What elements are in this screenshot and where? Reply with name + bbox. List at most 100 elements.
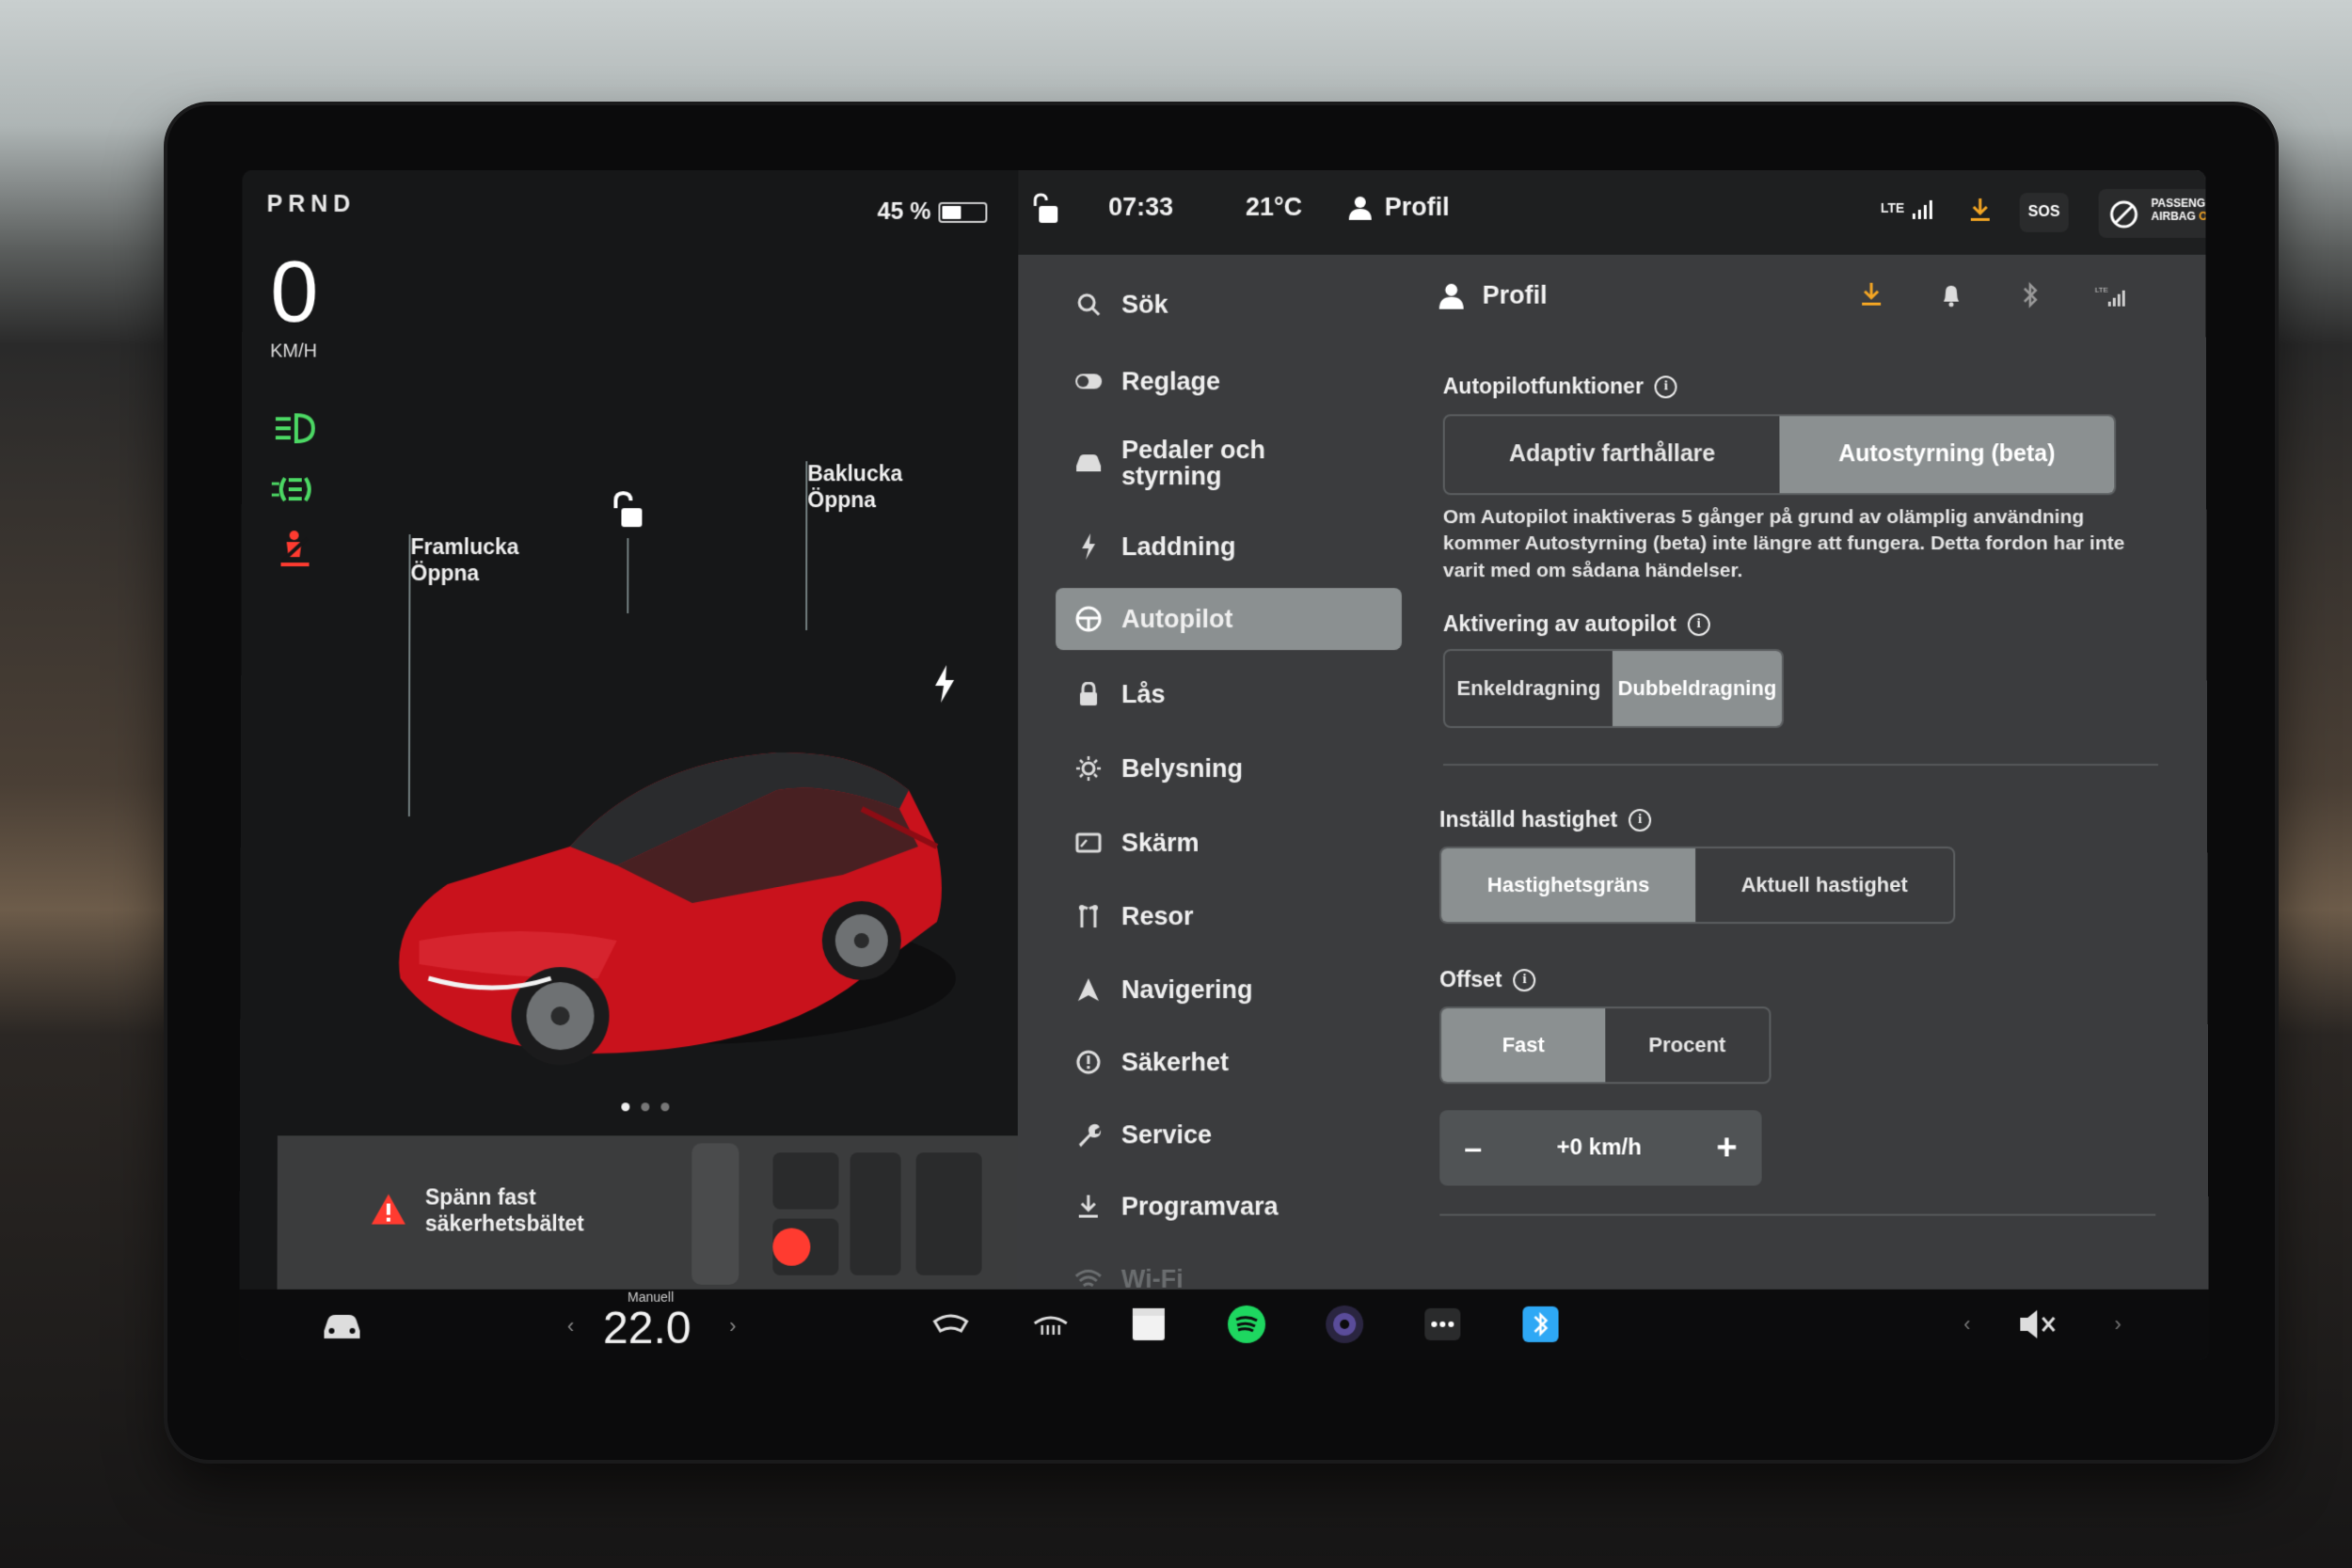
menu-item-navigation[interactable]: Navigering [1056,958,1402,1021]
alert-line-1: Spänn fast [424,1184,536,1210]
seat-map-icon [691,1143,982,1285]
profile-person-icon [1438,283,1464,309]
more-apps-icon[interactable] [1419,1301,1466,1348]
volume-up-chevron-icon[interactable]: › [2114,1312,2121,1337]
mute-icon[interactable] [2014,1301,2061,1348]
volume-down-chevron-icon[interactable]: ‹ [1963,1312,1970,1337]
menu-item-label: Belysning [1120,753,1244,783]
page-indicator [621,1102,670,1112]
calendar-icon[interactable] [1125,1301,1172,1348]
option-current-speed[interactable]: Aktuell hastighet [1695,848,1953,922]
menu-item-label: Service [1120,1119,1213,1148]
option-single-pull[interactable]: Enkeldragning [1445,651,1613,726]
seatbelt-warning-icon [280,531,310,567]
increase-button[interactable]: + [1716,1128,1737,1168]
battery-fill [942,205,961,219]
option-percent[interactable]: Procent [1605,1008,1769,1082]
cabin-temperature[interactable]: 22.0 [603,1303,691,1354]
rear-defrost-icon[interactable] [1027,1301,1074,1348]
offset-heading: Offset i [1439,967,1536,992]
offset-stepper: – +0 km/h + [1439,1110,1762,1186]
seatbelt-alert[interactable]: Spänn fast säkerhetsbältet [277,1135,1018,1290]
menu-item-trips[interactable]: Resor [1056,885,1402,947]
touchscreen: PRND 0 KM/H 45 % Framlucka Öppna Bakluck… [239,170,2209,1361]
gear-selector: PRND [266,191,357,217]
menu-item-software[interactable]: Programvara [1056,1175,1402,1237]
menu-item-search[interactable]: Sök [1056,274,1402,336]
parking-lights-icon [271,477,311,502]
download-icon [1077,1195,1100,1218]
set-speed-selector: Hastighetsgräns Aktuell hastighet [1439,847,1956,925]
clock: 07:33 [1108,193,1174,221]
battery-indicator: 45 % [878,198,988,226]
section-divider [1439,1213,2156,1216]
speed-unit: KM/H [270,341,318,362]
menu-item-label: Säkerhet [1120,1047,1230,1076]
page-dot[interactable] [660,1102,670,1112]
menu-item-label: Pedaler och styrning [1121,435,1266,491]
menu-item-label: Skärm [1120,828,1200,857]
menu-item-display[interactable]: Skärm [1056,812,1402,874]
sos-button[interactable]: SOS [2019,193,2069,232]
menu-item-lighting[interactable]: Belysning [1056,737,1402,800]
temp-up-chevron-icon[interactable]: › [729,1314,736,1338]
passenger-airbag-status: PASSENGER AIRBAG ON [2098,189,2209,238]
battery-percent: 45 % [877,198,931,225]
profile-title[interactable]: Profil [1483,281,1548,310]
menu-item-label: Lås [1121,679,1166,708]
menu-item-safety[interactable]: Säkerhet [1056,1031,1402,1093]
headlight-icon [276,413,316,444]
car-panel: PRND 0 KM/H 45 % Framlucka Öppna Bakluck… [239,170,1019,1290]
page-dot[interactable] [621,1102,630,1112]
car-icon [1076,454,1102,472]
display-icon [1075,832,1102,853]
settings-panel: 07:33 21°C Profil LTE SOS PASSENGER AIRB… [1017,170,2209,1292]
info-icon[interactable]: i [1687,612,1710,636]
menu-item-label: Programvara [1120,1192,1279,1221]
menu-item-locks[interactable]: Lås [1056,663,1402,725]
option-fixed[interactable]: Fast [1441,1008,1606,1083]
alert-line-2: säkerhetsbältet [424,1211,584,1236]
info-icon[interactable]: i [1513,968,1536,991]
bell-icon[interactable] [1941,283,1962,308]
svg-text:LTE: LTE [2095,286,2108,294]
menu-item-charging[interactable]: Laddning [1056,515,1402,578]
car-illustration[interactable] [334,451,1012,1204]
bluetooth-app-icon[interactable] [1517,1301,1564,1348]
menu-item-controls[interactable]: Reglage [1056,351,1402,413]
seat-heater-icon[interactable] [927,1301,974,1348]
section-divider [1442,764,2159,766]
menu-item-service[interactable]: Service [1056,1103,1402,1165]
autopilot-warning-note: Om Autopilot inaktiveras 5 gånger på gru… [1442,506,2125,581]
bottom-dock: ‹ Manuell 22.0 › ‹ › [239,1289,2209,1361]
toggle-icon [1075,373,1103,389]
menu-item-autopilot[interactable]: Autopilot [1056,588,1402,651]
autopilot-features-selector: Adaptiv farthållare Autostyrning (beta) [1442,414,2117,496]
unlock-status-icon[interactable] [1029,193,1059,227]
car-controls-icon[interactable] [318,1301,365,1348]
update-icon[interactable] [1860,281,1883,308]
profile-button[interactable]: Profil [1348,193,1450,222]
temp-down-chevron-icon[interactable]: ‹ [567,1314,574,1338]
software-update-icon[interactable] [1969,197,1992,223]
menu-item-pedals-steering[interactable]: Pedaler och styrning [1056,425,1402,500]
page-dot[interactable] [641,1102,650,1112]
lte-indicator: LTE [1880,199,1905,215]
menu-item-label: Autopilot [1121,604,1233,633]
sun-icon [1075,756,1101,781]
info-icon[interactable]: i [1629,808,1652,832]
decrease-button[interactable]: – [1464,1130,1482,1166]
option-adaptive-cruise[interactable]: Adaptiv farthållare [1445,416,1780,493]
info-icon[interactable]: i [1654,374,1677,398]
wrench-icon [1078,1124,1101,1148]
bluetooth-icon[interactable] [2022,281,2039,309]
option-autosteer[interactable]: Autostyrning (beta) [1779,416,2115,494]
alert-message: Spänn fast säkerhetsbältet [425,1184,584,1236]
camera-icon[interactable] [1321,1301,1368,1348]
offset-value: +0 km/h [1556,1134,1642,1161]
navigation-icon [1077,977,1099,1001]
lock-icon [1080,682,1098,706]
spotify-icon[interactable] [1223,1301,1270,1348]
option-double-pull[interactable]: Dubbeldragning [1612,651,1782,727]
option-speed-limit[interactable]: Hastighetsgräns [1441,848,1696,923]
